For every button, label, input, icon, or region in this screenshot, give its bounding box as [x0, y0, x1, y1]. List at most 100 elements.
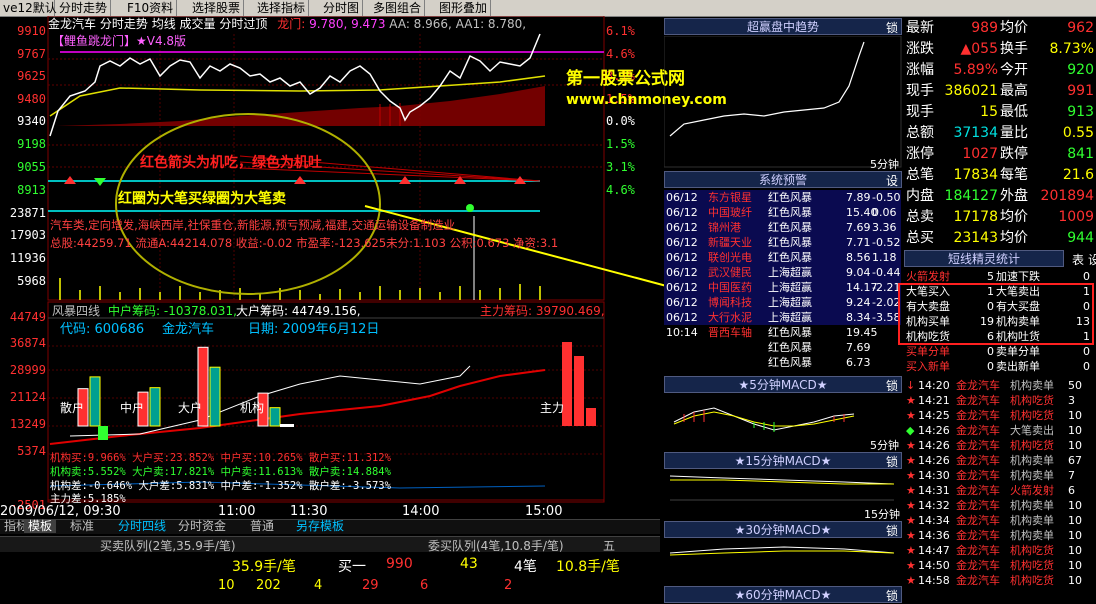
trade-cell: 火箭发射	[1010, 484, 1054, 497]
price-tick: 9480	[17, 92, 46, 106]
menu-chart[interactable]: 分时图	[320, 0, 364, 16]
macd15-title: ★15分钟MACD★	[734, 454, 832, 468]
sell-bar	[149, 387, 161, 427]
alert-row[interactable]: 06/12 武汉健民 上海超赢 9.04 -0.44	[664, 265, 901, 280]
trade-row[interactable]: ★ 14:31 金龙汽车 火箭发射 6	[904, 483, 1094, 498]
alert-row[interactable]: 06/12 新疆天业 红色风暴 7.71 -0.52	[664, 235, 901, 250]
short-stats-settings[interactable]: 设	[1088, 251, 1096, 268]
code-label: 代码: 600686	[60, 322, 145, 337]
trade-row[interactable]: ★ 14:50 金龙汽车 机构吃货 10	[904, 558, 1094, 573]
tab-template[interactable]: 模板	[24, 519, 57, 533]
short-stats-table-tab[interactable]: 表	[1072, 251, 1084, 268]
trade-cell: 机构卖单	[1010, 514, 1054, 527]
top-toolbar: ve12默认 分时走势 F10资料 选择股票 选择指标 分时图 多图组合 图形叠…	[0, 0, 1096, 17]
trade-row[interactable]: ★ 14:26 金龙汽车 机构卖单 67	[904, 453, 1094, 468]
alert-row[interactable]: 06/12 大行水泥 上海超赢 8.34 -3.58	[664, 310, 901, 325]
level-five-button[interactable]: 五	[603, 537, 615, 554]
alert-cell: 红色风暴	[768, 191, 812, 204]
trade-row[interactable]: ◆ 14:26 金龙汽车 大笔卖出 10	[904, 423, 1094, 438]
price-tick: 9625	[17, 69, 46, 83]
trade-cell: 金龙汽车	[956, 499, 1000, 512]
trade-row[interactable]: ↓ 14:20 金龙汽车 机构卖单 50	[904, 378, 1094, 393]
menu-select-stock[interactable]: 选择股票	[189, 0, 245, 16]
stats-row[interactable]: 买单分单 0 卖单分单 0	[904, 344, 1094, 359]
super-trend-lock[interactable]: 锁	[886, 19, 898, 36]
quote-v1: 17178	[953, 209, 998, 225]
stats-cell: 买入新单	[906, 360, 950, 373]
vol-label: 成交量	[179, 17, 216, 31]
macd5-lock[interactable]: 锁	[886, 377, 898, 394]
trade-row[interactable]: ★ 14:30 金龙汽车 机构卖单 7	[904, 468, 1094, 483]
trade-row[interactable]: ★ 14:25 金龙汽车 机构吃货 10	[904, 408, 1094, 423]
trade-row[interactable]: ★ 14:36 金龙汽车 机构卖单 10	[904, 528, 1094, 543]
trade-row[interactable]: ★ 14:21 金龙汽车 机构吃货 3	[904, 393, 1094, 408]
alert-cell: 9.04	[846, 266, 871, 279]
alert-row[interactable]: 10:14 晋西车轴 红色风暴 19.45	[664, 325, 901, 340]
menu-overlay[interactable]: 图形叠加	[436, 0, 492, 16]
super-trend-interval: 5分钟	[870, 158, 899, 171]
dragon-v1: 9.780,	[309, 17, 348, 31]
alert-cell: 锦州港	[708, 221, 741, 234]
lower-tick: 21124	[9, 390, 46, 404]
trade-row[interactable]: ★ 14:58 金龙汽车 机构吃货 10	[904, 573, 1094, 588]
alert-row[interactable]: 红色风暴 6.73	[664, 355, 901, 370]
queue-row-2: 10 202 4 29 6 2	[0, 578, 660, 598]
buy-avg: 10.8手/笔	[556, 559, 620, 575]
alert-row[interactable]: 06/12 博闻科技 上海超赢 9.24 -2.02	[664, 295, 901, 310]
stock-name: 金龙汽车	[48, 17, 97, 31]
quote-l1: 涨跌	[906, 41, 934, 57]
buy-stats: 机构买:9.966% 大户买:23.852% 中户买:10.265% 散户买:1…	[50, 452, 391, 464]
trade-cell: 机构卖单	[1010, 529, 1054, 542]
trade-marker-icon: ★	[906, 574, 916, 587]
trade-marker-icon: ★	[906, 544, 916, 557]
alert-row[interactable]: 06/12 中国医药 上海超赢 14.17 -2.21	[664, 280, 901, 295]
alert-row[interactable]: 红色风暴 7.69	[664, 340, 901, 355]
alert-row[interactable]: 06/12 锦州港 红色风暴 7.69 3.36	[664, 220, 901, 235]
quote-row: 涨幅 5.89% 今开 920	[904, 59, 1094, 81]
quote-row: 内盘 184127 外盘 201894	[904, 185, 1094, 207]
menu-select-indicator[interactable]: 选择指标	[254, 0, 310, 16]
q-cell: 10	[218, 578, 235, 593]
menu-f10[interactable]: F10资料	[124, 0, 178, 16]
macd60-lock[interactable]: 锁	[886, 587, 898, 604]
buy-one-label: 买一	[338, 559, 366, 575]
stats-cell: 0	[1083, 270, 1090, 283]
stats-row[interactable]: 火箭发射 5 加速下跌 0	[904, 269, 1094, 284]
trade-row[interactable]: ★ 14:32 金龙汽车 机构卖单 10	[904, 498, 1094, 513]
alert-settings[interactable]: 设	[886, 172, 898, 189]
stock-name-lower: 金龙汽车	[162, 322, 215, 337]
alert-row[interactable]: 06/12 联创光电 红色风暴 8.56 1.18	[664, 250, 901, 265]
alert-cell: 19.45	[846, 326, 878, 339]
trade-cell: 机构吃货	[1010, 544, 1054, 557]
red-annotation: 红色箭头为机吃，绿色为机吐	[140, 155, 322, 171]
trade-row[interactable]: ★ 14:47 金龙汽车 机构吃货 10	[904, 543, 1094, 558]
trade-row[interactable]: ★ 14:26 金龙汽车 机构吃货 10	[904, 438, 1094, 453]
tab-standard[interactable]: 标准	[66, 519, 98, 533]
tab-capital[interactable]: 分时资金	[174, 519, 230, 533]
alert-cell: 晋西车轴	[708, 326, 752, 339]
chip-large: 大户筹码: 44749.156,	[236, 304, 361, 318]
trade-cell: 机构卖单	[1010, 454, 1054, 467]
trade-cell: 50	[1068, 379, 1082, 392]
trade-cell: 10	[1068, 559, 1082, 572]
menu-intraday[interactable]: 分时走势	[56, 0, 112, 16]
macd30-lock[interactable]: 锁	[886, 522, 898, 539]
version-select[interactable]: ve12默认	[0, 0, 57, 16]
menu-multichart[interactable]: 多图组合	[370, 0, 426, 16]
date-label: 日期: 2009年6月12日	[248, 322, 380, 337]
trade-cell: 14:26	[918, 439, 950, 452]
tab-normal[interactable]: 普通	[246, 519, 278, 533]
quote-v2: 21.6	[1062, 167, 1094, 183]
macd15-lock[interactable]: 锁	[886, 453, 898, 470]
trade-row[interactable]: ★ 14:34 金龙汽车 机构卖单 10	[904, 513, 1094, 528]
stats-row[interactable]: 买入新单 0 卖出新单 0	[904, 359, 1094, 374]
tab-four-lines[interactable]: 分时四线	[114, 519, 170, 533]
alert-cell: 7.89	[846, 191, 871, 204]
alert-row[interactable]: 06/12 中国玻纤 红色风暴 15.40 0.06	[664, 205, 901, 220]
stats-cell: 加速下跌	[996, 270, 1040, 283]
alert-row[interactable]: 06/12 东方银星 红色风暴 7.89 -0.50	[664, 190, 901, 205]
quote-v1: 989	[971, 20, 998, 36]
tab-save-template[interactable]: 另存模板	[292, 519, 348, 533]
alert-cell: 红色风暴	[768, 356, 812, 369]
alert-cell: 06/12	[666, 251, 698, 264]
